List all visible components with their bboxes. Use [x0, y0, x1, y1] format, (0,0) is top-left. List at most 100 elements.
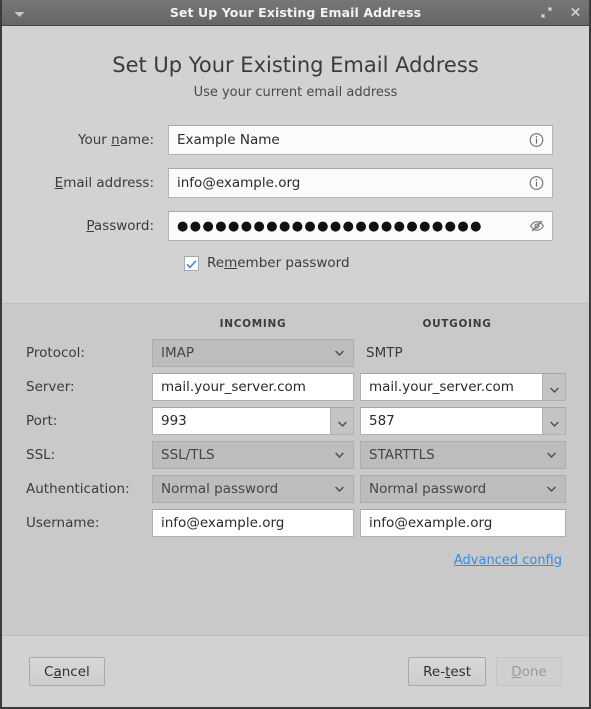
info-icon[interactable]	[528, 175, 545, 192]
form-row-password: Password: ●●●●●●●●●●●●●●●●●●●●●●●●	[2, 211, 589, 241]
outgoing-ssl-value: STARTTLS	[369, 447, 435, 463]
checkmark-icon	[186, 254, 197, 273]
settings-column-headers: INCOMING OUTGOING	[2, 315, 589, 333]
remember-label-pre: Re	[207, 255, 225, 271]
outgoing-server-value: mail.your_server.com	[369, 379, 514, 395]
footer-right-buttons: Re-t est Done	[408, 657, 562, 686]
outgoing-server-dropdown-button[interactable]	[542, 374, 565, 400]
maximize-icon	[540, 4, 553, 23]
window-controls	[538, 0, 583, 26]
retest-label-pre: Re-	[423, 663, 446, 680]
port-label: Port:	[26, 413, 58, 429]
advanced-config-row: Advanced config	[2, 553, 589, 568]
settings-row-ssl: SSL: SSL/TLS STARTTLS	[2, 441, 589, 469]
chevron-down-icon	[549, 412, 559, 431]
advanced-config-text: dvanced config	[462, 553, 562, 568]
window-menu-button[interactable]	[2, 0, 36, 26]
incoming-authentication-value: Normal password	[161, 481, 279, 497]
incoming-port-value: 993	[161, 413, 187, 429]
title-bar: Set Up Your Existing Email Address	[2, 0, 589, 26]
chevron-down-icon	[337, 412, 347, 431]
advanced-config-link[interactable]: Advanced config	[454, 553, 562, 568]
settings-row-username: Username: info@example.org info@example.…	[2, 509, 589, 537]
done-button[interactable]: Done	[496, 657, 562, 686]
retest-button[interactable]: Re-t est	[408, 657, 486, 686]
incoming-ssl-value: SSL/TLS	[161, 447, 215, 463]
maximize-button[interactable]	[538, 5, 554, 21]
outgoing-column-header: OUTGOING	[422, 318, 492, 330]
chevron-down-icon	[547, 486, 556, 492]
incoming-port-dropdown-button[interactable]	[330, 408, 353, 434]
dialog-footer: Ca ncel Re-t est Done	[2, 635, 589, 707]
ssl-label: SSL:	[26, 447, 56, 463]
retest-label-post: est	[450, 663, 471, 680]
remember-label-post: ember password	[237, 255, 350, 271]
done-label-mnemonic: D	[511, 663, 522, 680]
protocol-label: Protocol:	[26, 345, 85, 361]
outgoing-username-value: info@example.org	[369, 515, 493, 531]
chevron-down-icon	[335, 350, 344, 356]
password-input-value: ●●●●●●●●●●●●●●●●●●●●●●●●	[177, 218, 483, 234]
outgoing-port-combo[interactable]: 587	[360, 407, 566, 435]
chevron-down-icon	[335, 486, 344, 492]
server-settings-section: INCOMING OUTGOING Protocol: IMAP SMTP Se…	[2, 303, 589, 635]
outgoing-username-input[interactable]: info@example.org	[360, 509, 566, 537]
settings-row-authentication: Authentication: Normal password Normal p…	[2, 475, 589, 503]
email-label-mnemonic: E	[54, 175, 64, 191]
info-icon[interactable]	[528, 132, 545, 149]
incoming-protocol-value: IMAP	[161, 345, 195, 361]
password-label-post: assword:	[93, 218, 154, 234]
cancel-label-mnemonic: a	[53, 663, 62, 680]
email-label: Email address:	[2, 175, 168, 191]
chevron-down-icon	[335, 452, 344, 458]
chevron-down-icon	[549, 378, 559, 397]
incoming-authentication-select[interactable]: Normal password	[152, 475, 354, 503]
page-subtitle: Use your current email address	[193, 85, 398, 100]
outgoing-authentication-value: Normal password	[369, 481, 487, 497]
incoming-port-combo[interactable]: 993	[152, 407, 354, 435]
incoming-protocol-select[interactable]: IMAP	[152, 339, 354, 367]
settings-row-port: Port: 993 587	[2, 407, 589, 435]
close-button[interactable]	[567, 5, 583, 21]
cancel-label-post: ncel	[61, 663, 90, 680]
server-label: Server:	[26, 379, 75, 395]
form-row-email: Email address: info@example.org	[2, 168, 589, 198]
email-label-post: mail address:	[63, 175, 154, 191]
name-input[interactable]: Example Name	[168, 125, 553, 155]
name-input-value: Example Name	[177, 132, 280, 148]
remember-password-row[interactable]: Remember password	[2, 255, 589, 271]
name-label-post: ame:	[119, 132, 154, 148]
name-label-mnemonic: n	[111, 132, 120, 148]
account-section: Set Up Your Existing Email Address Use y…	[2, 26, 589, 303]
outgoing-protocol-value: SMTP	[366, 345, 403, 361]
window-title: Set Up Your Existing Email Address	[169, 5, 422, 20]
form-row-name: Your name: Example Name	[2, 125, 589, 155]
email-input[interactable]: info@example.org	[168, 168, 553, 198]
name-label: Your name:	[2, 132, 168, 148]
done-label-post: one	[521, 663, 547, 680]
incoming-column-header: INCOMING	[219, 318, 287, 330]
remember-label-mnemonic: m	[224, 255, 238, 271]
chevron-down-icon	[14, 3, 25, 22]
account-form: Your name: Example Name Email address: i…	[2, 125, 589, 303]
outgoing-port-value: 587	[369, 413, 395, 429]
authentication-label: Authentication:	[26, 481, 130, 497]
incoming-username-input[interactable]: info@example.org	[152, 509, 354, 537]
chevron-down-icon	[547, 452, 556, 458]
eye-slash-icon[interactable]	[528, 218, 545, 235]
password-input[interactable]: ●●●●●●●●●●●●●●●●●●●●●●●●	[168, 211, 553, 241]
name-label-pre: Your	[78, 132, 112, 148]
outgoing-server-combo[interactable]: mail.your_server.com	[360, 373, 566, 401]
password-label: Password:	[2, 218, 168, 234]
incoming-server-input[interactable]: mail.your_server.com	[152, 373, 354, 401]
incoming-username-value: info@example.org	[161, 515, 285, 531]
email-input-value: info@example.org	[177, 175, 301, 191]
incoming-ssl-select[interactable]: SSL/TLS	[152, 441, 354, 469]
outgoing-authentication-select[interactable]: Normal password	[360, 475, 566, 503]
outgoing-port-dropdown-button[interactable]	[542, 408, 565, 434]
settings-row-server: Server: mail.your_server.com mail.your_s…	[2, 373, 589, 401]
remember-password-checkbox[interactable]	[184, 254, 199, 273]
outgoing-ssl-select[interactable]: STARTTLS	[360, 441, 566, 469]
cancel-button[interactable]: Ca ncel	[29, 657, 105, 686]
settings-row-protocol: Protocol: IMAP SMTP	[2, 339, 589, 367]
